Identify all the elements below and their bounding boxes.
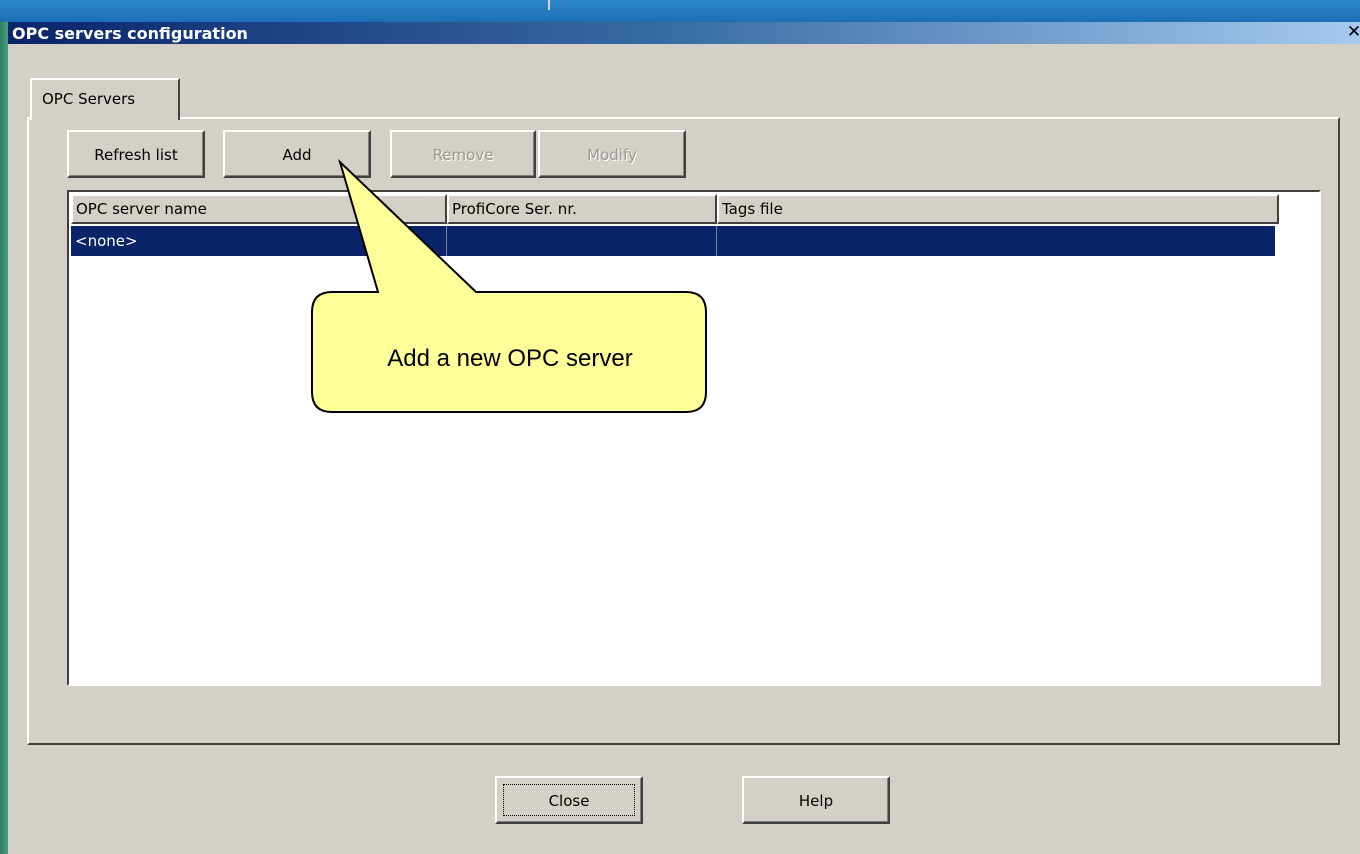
dialog-titlebar[interactable]: OPC servers configuration ✕ bbox=[8, 22, 1360, 44]
column-header-tags-file[interactable]: Tags file bbox=[717, 194, 1279, 224]
close-button[interactable]: Close bbox=[495, 776, 643, 824]
cell-server-name: <none> bbox=[71, 226, 447, 256]
cell-serial-nr bbox=[447, 226, 717, 256]
callout-text: Add a new OPC server bbox=[387, 345, 633, 372]
tab-opc-servers-label: OPC Servers bbox=[42, 90, 136, 108]
remove-button[interactable]: Remove bbox=[390, 130, 536, 178]
cell-tags-file bbox=[717, 226, 1275, 256]
remove-label: Remove bbox=[432, 146, 494, 164]
desktop-top-bar bbox=[0, 0, 1360, 22]
close-label: Close bbox=[548, 792, 590, 810]
modify-button[interactable]: Modify bbox=[538, 130, 686, 178]
column-header-serial-nr[interactable]: ProfiCore Ser. nr. bbox=[447, 194, 717, 224]
top-bar-notch bbox=[548, 0, 550, 10]
help-button[interactable]: Help bbox=[742, 776, 890, 824]
tab-opc-servers[interactable]: OPC Servers bbox=[30, 78, 180, 120]
close-window-icon[interactable]: ✕ bbox=[1346, 23, 1360, 42]
modify-label: Modify bbox=[587, 146, 637, 164]
column-header-server-name[interactable]: OPC server name bbox=[71, 194, 447, 224]
opc-server-list[interactable]: OPC server name ProfiCore Ser. nr. Tags … bbox=[67, 190, 1321, 686]
refresh-list-label: Refresh list bbox=[94, 146, 178, 164]
help-label: Help bbox=[798, 792, 834, 810]
list-header: OPC server name ProfiCore Ser. nr. Tags … bbox=[71, 194, 1315, 224]
refresh-list-button[interactable]: Refresh list bbox=[67, 130, 205, 178]
desktop-background-strip bbox=[0, 22, 8, 854]
add-button[interactable]: Add bbox=[223, 130, 371, 178]
opc-config-dialog: OPC servers configuration ✕ OPC Servers … bbox=[8, 22, 1360, 854]
table-row[interactable]: <none> bbox=[71, 226, 1275, 256]
add-label: Add bbox=[282, 146, 312, 164]
dialog-title: OPC servers configuration bbox=[12, 24, 248, 43]
